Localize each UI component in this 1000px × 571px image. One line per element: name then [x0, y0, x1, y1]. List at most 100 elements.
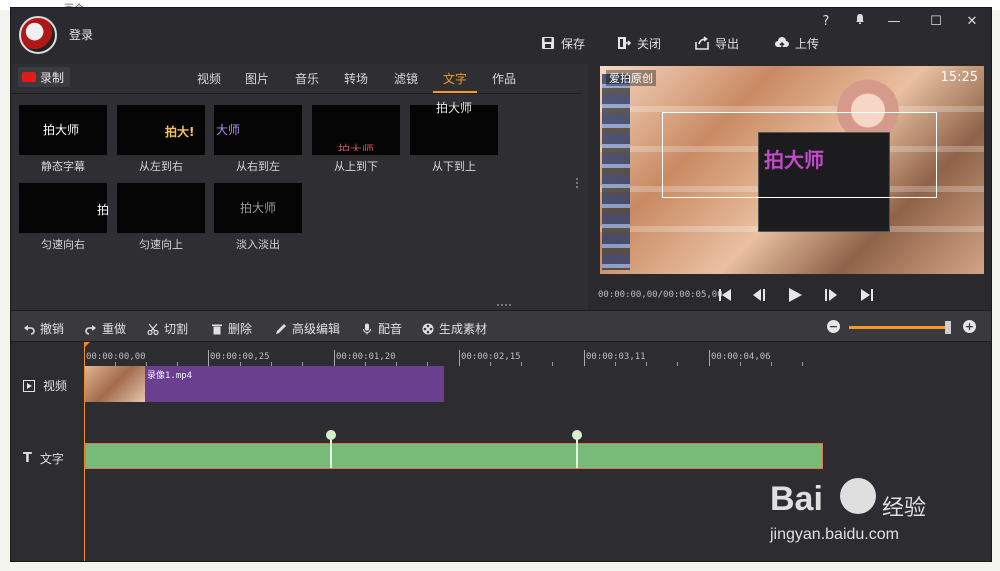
login-link[interactable]: 登录: [69, 26, 93, 43]
skip-to-end-button[interactable]: [856, 284, 878, 306]
undo-label: 撤销: [40, 322, 65, 336]
effect-label: 从左到右: [139, 160, 183, 173]
ruler-major-tick: [459, 350, 460, 366]
close-project-button[interactable]: 关闭: [617, 34, 661, 52]
record-label: 录制: [40, 70, 65, 85]
effect-preview-text: 拍大师: [436, 101, 473, 115]
effect-label: 从上到下: [334, 160, 378, 173]
effect-tile-static[interactable]: 拍大师: [19, 105, 107, 155]
undo-icon: [23, 323, 35, 335]
effect-preview-text: 拍大师: [240, 201, 277, 215]
playhead[interactable]: [84, 342, 85, 561]
step-back-icon: [753, 289, 765, 301]
tab-music[interactable]: 音乐: [295, 70, 319, 87]
ruler-label: 00:00:04,06: [711, 352, 771, 362]
film-reel-icon: [422, 323, 434, 335]
effect-tile-fade[interactable]: 拍大师: [214, 183, 302, 233]
keyframe-handle[interactable]: [326, 430, 336, 468]
minimize-button[interactable]: —: [883, 12, 905, 32]
active-tab-indicator: [433, 91, 477, 93]
microphone-icon: [361, 323, 373, 335]
advanced-edit-label: 高级编辑: [292, 322, 341, 336]
effect-label: 淡入淡出: [236, 238, 280, 251]
zoom-in-button[interactable]: +: [963, 320, 976, 333]
tab-image[interactable]: 图片: [245, 70, 269, 87]
delete-button[interactable]: 删除: [211, 320, 252, 337]
ruler-minor-tick: [552, 362, 553, 366]
effect-tile-top-to-bottom[interactable]: 拍大师: [312, 105, 400, 155]
scissors-icon: [147, 323, 159, 335]
baidu-paw-icon: [840, 478, 876, 514]
ruler-major-tick: [208, 350, 209, 366]
exit-icon: [617, 36, 632, 50]
effect-preview-text: 拍大!: [165, 125, 195, 139]
tab-transition[interactable]: 转场: [344, 70, 368, 87]
dubbing-button[interactable]: 配音: [361, 320, 402, 337]
redo-button[interactable]: 重做: [85, 320, 126, 337]
close-project-label: 关闭: [637, 36, 662, 51]
tab-video[interactable]: 视频: [197, 70, 221, 87]
preview-screen: 拍大师 爱拍原创 15:25: [600, 66, 984, 274]
zoom-slider-thumb[interactable]: [945, 321, 951, 334]
preview-panel: 拍大师 爱拍原创 15:25 00:00:00,00/00:00:05,00: [588, 64, 991, 310]
step-forward-button[interactable]: [820, 284, 842, 306]
zoom-out-button[interactable]: −: [827, 320, 840, 333]
vertical-splitter[interactable]: [576, 178, 578, 188]
ruler-label: 00:00:01,20: [336, 352, 396, 362]
watermark-url: jingyan.baidu.com: [770, 526, 899, 543]
record-button[interactable]: 录制: [18, 67, 70, 87]
ruler-minor-tick: [677, 362, 678, 366]
effect-label: 从下到上: [432, 160, 476, 173]
text-clip[interactable]: [85, 443, 823, 469]
maximize-button[interactable]: ☐: [925, 12, 947, 32]
horizontal-splitter[interactable]: [497, 304, 511, 306]
trash-icon: [211, 323, 223, 335]
video-clip-name: 录像1.mp4: [147, 371, 193, 381]
undo-button[interactable]: 撤销: [23, 320, 64, 337]
skip-end-icon: [861, 289, 873, 301]
effect-tile-right-to-left[interactable]: 大师: [214, 105, 302, 155]
delete-label: 删除: [228, 322, 253, 336]
ruler-minor-tick: [490, 362, 491, 366]
tab-text[interactable]: 文字: [443, 70, 467, 87]
notification-icon[interactable]: [849, 12, 871, 32]
skip-to-start-button[interactable]: [714, 284, 736, 306]
save-label: 保存: [561, 36, 586, 51]
effect-preview-text: 拍大师: [338, 143, 375, 151]
tab-works[interactable]: 作品: [492, 70, 516, 87]
save-button[interactable]: 保存: [541, 34, 585, 52]
effect-label: 匀速向右: [41, 238, 85, 251]
upload-button[interactable]: 上传: [775, 34, 819, 52]
video-track-header: 视频: [23, 377, 67, 394]
effect-tile-left-to-right[interactable]: 拍大!: [117, 105, 205, 155]
export-label: 导出: [715, 36, 740, 51]
effect-tile-move-up[interactable]: [117, 183, 205, 233]
ruler-minor-tick: [771, 362, 772, 366]
ruler-major-tick: [334, 350, 335, 366]
export-button[interactable]: 导出: [695, 34, 739, 52]
effect-tile-move-right[interactable]: 拍: [19, 183, 109, 233]
advanced-edit-button[interactable]: 高级编辑: [275, 320, 340, 337]
ruler-major-tick: [584, 350, 585, 366]
keyframe-handle[interactable]: [572, 430, 582, 468]
ruler-minor-tick: [646, 362, 647, 366]
play-button[interactable]: [784, 284, 806, 306]
media-library-panel: 录制 视频 图片 音乐 转场 滤镜 文字 作品 拍大师 静态字幕 拍大! 从左到…: [11, 64, 581, 310]
video-clip[interactable]: 录像1.mp4: [85, 366, 444, 402]
close-window-button[interactable]: ✕: [961, 12, 983, 32]
generate-material-button[interactable]: 生成素材: [422, 320, 487, 337]
effect-label: 匀速向上: [139, 238, 183, 251]
timeline-ruler[interactable]: 00:00:00,00 00:00:00,25 00:00:01,20 00:0…: [84, 342, 830, 366]
app-logo: [19, 16, 57, 54]
export-icon: [695, 36, 709, 50]
save-icon: [541, 36, 555, 50]
tab-filter[interactable]: 滤镜: [394, 70, 418, 87]
help-button[interactable]: ?: [815, 12, 837, 32]
effect-tile-bottom-to-top[interactable]: 拍大师: [410, 101, 498, 155]
title-bar: 登录 ? — ☐ ✕ 保存 关闭 导出 上传: [11, 8, 991, 64]
playhead-handle[interactable]: [84, 342, 90, 348]
cloud-upload-icon: [775, 36, 789, 50]
step-back-button[interactable]: [748, 284, 770, 306]
cut-button[interactable]: 切割: [147, 320, 188, 337]
zoom-slider-track[interactable]: [849, 326, 947, 329]
